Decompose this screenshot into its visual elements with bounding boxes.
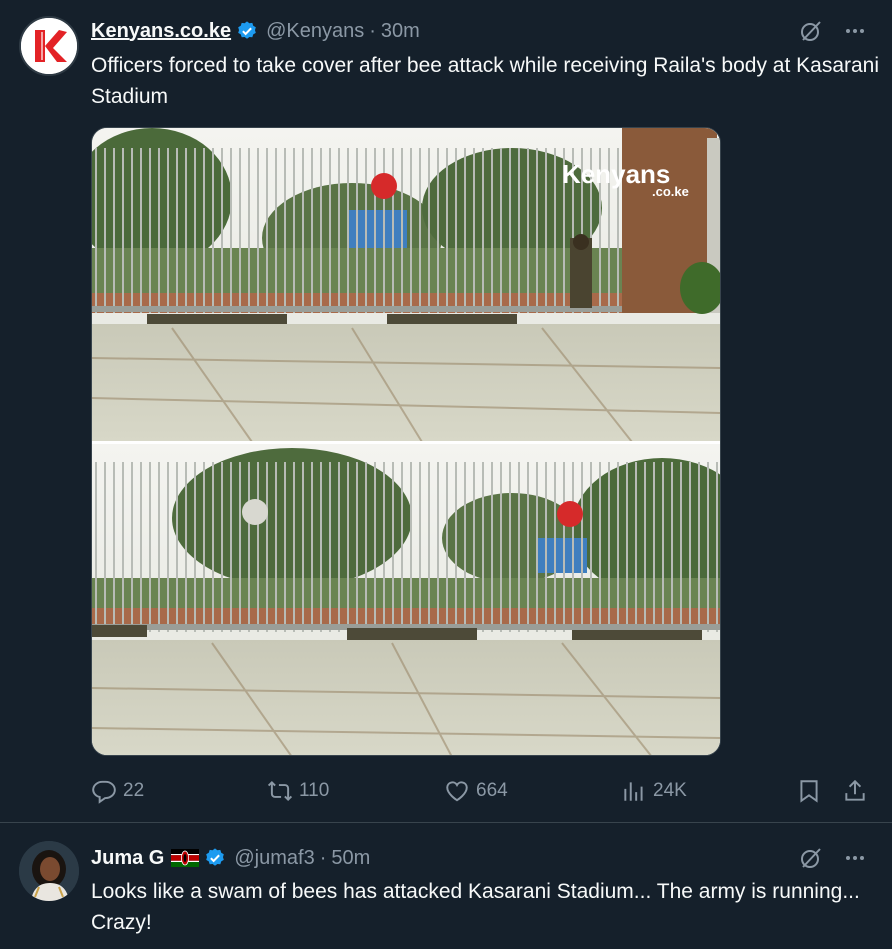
views-icon bbox=[624, 782, 643, 801]
tweet-kenyans[interactable]: Kenyans.co.ke @Kenyans · 30m Officers fo… bbox=[0, 0, 892, 822]
author-name[interactable]: Kenyans.co.ke bbox=[91, 20, 231, 43]
reply-button[interactable]: 22 bbox=[91, 776, 144, 806]
more-icon[interactable] bbox=[842, 845, 868, 871]
like-icon bbox=[446, 781, 468, 802]
verified-badge-icon bbox=[204, 847, 226, 869]
bookmark-icon bbox=[800, 780, 818, 803]
kenya-flag-icon bbox=[171, 849, 200, 867]
timestamp[interactable]: 30m bbox=[381, 20, 420, 43]
tweet-text: Looks like a swam of bees has attacked K… bbox=[91, 880, 860, 934]
grok-icon[interactable] bbox=[798, 18, 824, 44]
timestamp[interactable]: 50m bbox=[331, 847, 370, 870]
tweet-header: Kenyans.co.ke @Kenyans · 30m bbox=[91, 17, 420, 45]
more-icon[interactable] bbox=[842, 18, 868, 44]
kenyans-avatar[interactable] bbox=[19, 16, 79, 76]
tweet-actions: 22 110 664 24K bbox=[91, 776, 871, 806]
juma-avatar[interactable] bbox=[19, 841, 79, 901]
author-handle[interactable]: @Kenyans bbox=[266, 20, 364, 43]
bookmark-button[interactable] bbox=[796, 776, 822, 806]
grok-icon[interactable] bbox=[798, 845, 824, 871]
tweet-top-actions bbox=[798, 18, 868, 44]
video-watermark-sub: .co.ke bbox=[652, 184, 689, 199]
verified-badge-icon bbox=[236, 20, 258, 42]
reply-count: 22 bbox=[123, 780, 145, 801]
tweet-video[interactable]: Kenyans .co.ke bbox=[91, 127, 721, 756]
tweet-header: Juma G @jumaf3 · 50m bbox=[91, 844, 370, 872]
view-count: 24K bbox=[653, 780, 687, 801]
like-button[interactable]: 664 bbox=[444, 776, 508, 806]
tweet-text: Officers forced to take cover after bee … bbox=[91, 54, 880, 108]
like-count: 664 bbox=[476, 780, 508, 801]
separator-dot: · bbox=[319, 846, 327, 869]
video-frame-top: Kenyans .co.ke bbox=[92, 128, 720, 443]
share-icon bbox=[845, 779, 865, 801]
repost-count: 110 bbox=[299, 780, 330, 801]
share-button[interactable] bbox=[842, 776, 868, 806]
tweet-juma[interactable]: Juma G @jumaf3 · 50m Looks like a swam o… bbox=[0, 823, 892, 949]
video-frame-bottom bbox=[92, 442, 720, 755]
repost-icon bbox=[267, 780, 293, 802]
repost-button[interactable]: 110 bbox=[267, 776, 329, 806]
views-button[interactable]: 24K bbox=[621, 776, 687, 806]
separator-dot: · bbox=[369, 19, 376, 42]
author-name[interactable]: Juma G bbox=[91, 847, 164, 870]
tweet-top-actions bbox=[798, 845, 868, 871]
reply-icon bbox=[92, 780, 116, 804]
author-handle[interactable]: @jumaf3 bbox=[234, 847, 314, 870]
